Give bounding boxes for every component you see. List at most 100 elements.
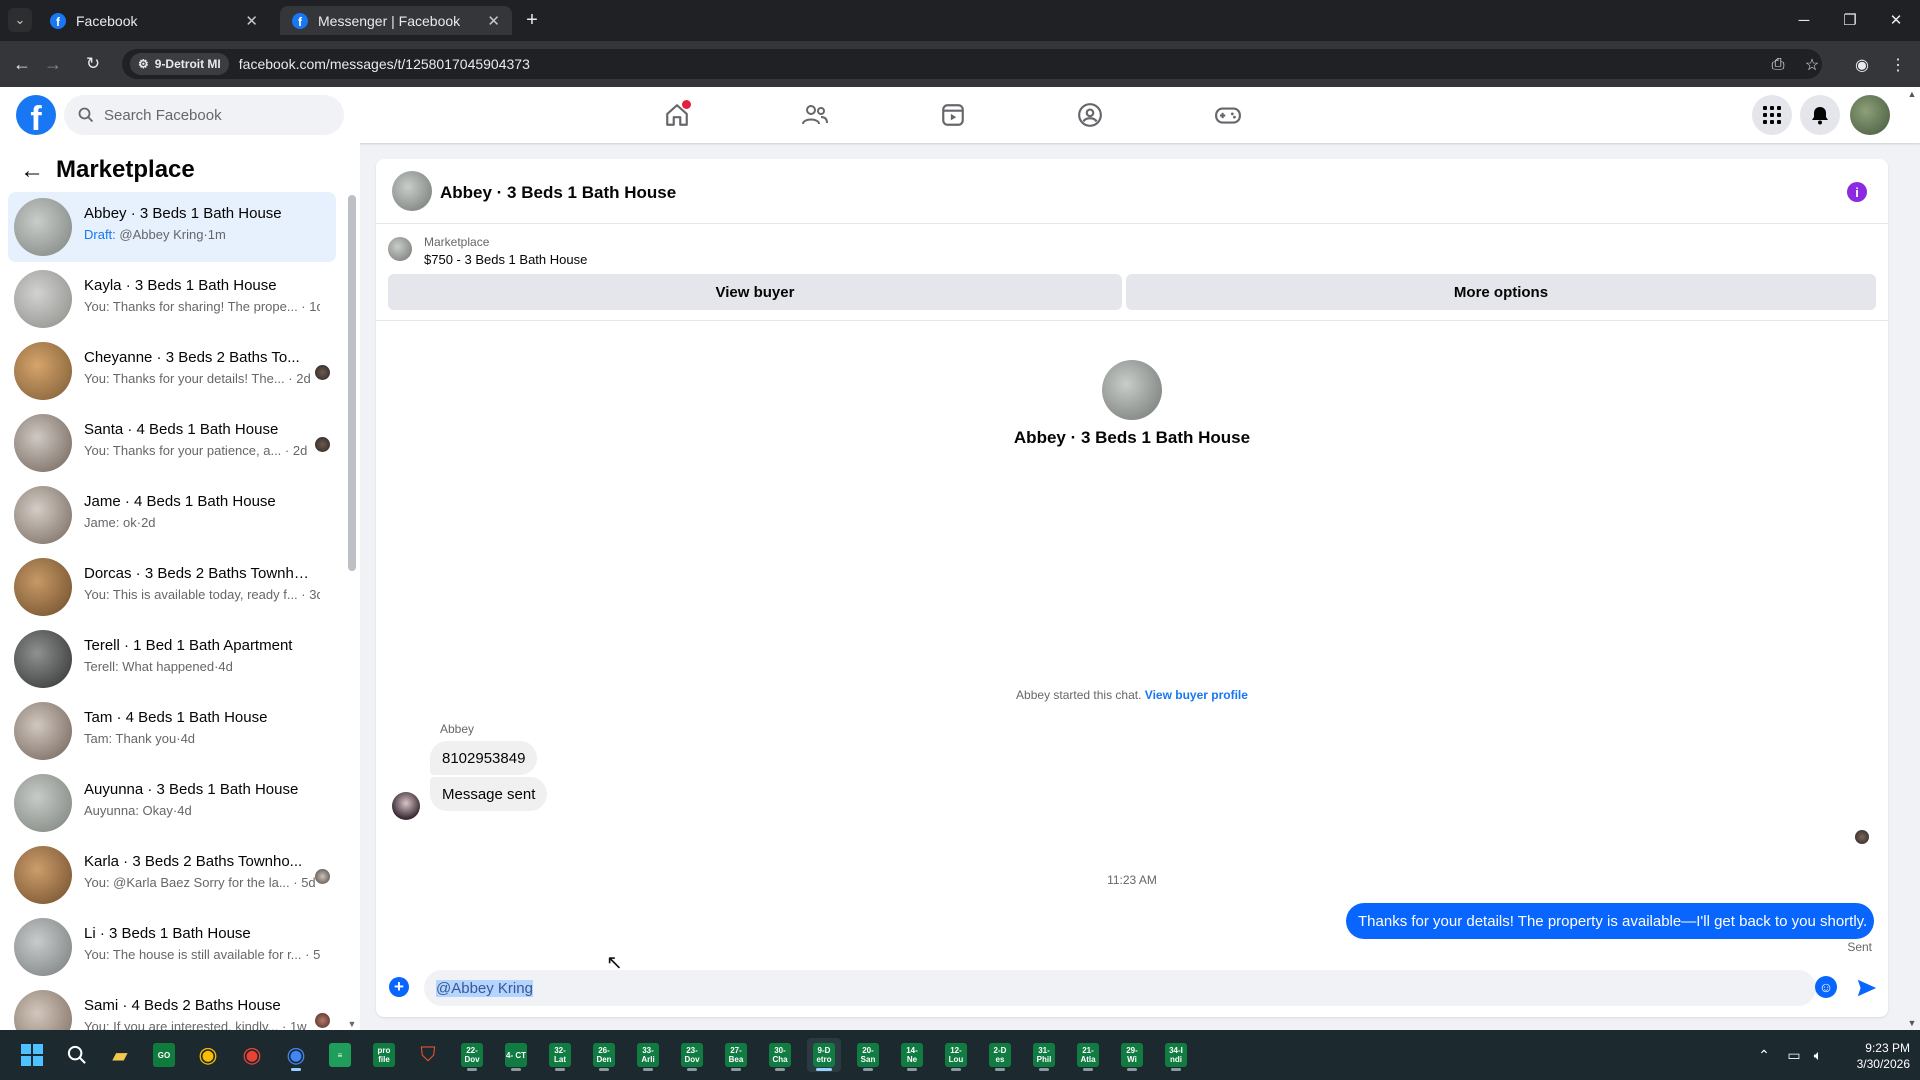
conversation-item[interactable]: Karla · 3 Beds 2 Baths Townho... You: @K… xyxy=(8,840,336,910)
plus-icon[interactable]: + xyxy=(389,977,409,997)
reload-button[interactable]: ↻ xyxy=(78,49,108,79)
conversation-item[interactable]: Sami · 4 Beds 2 Baths House You: If you … xyxy=(8,984,336,1030)
conversation-item[interactable]: Santa · 4 Beds 1 Bath House You: Thanks … xyxy=(8,408,336,478)
sender-avatar[interactable] xyxy=(392,792,420,820)
address-bar[interactable]: ⚙ 9-Detroit MI facebook.com/messages/t/1… xyxy=(122,49,1822,79)
draft-label: Draft: xyxy=(84,227,116,242)
nav-video[interactable] xyxy=(897,97,1009,133)
close-tab-icon[interactable]: ✕ xyxy=(487,12,500,30)
taskbar-sheet-app[interactable]: 23- Dov xyxy=(675,1038,709,1072)
taskbar-sheet-app[interactable]: 21- Atla xyxy=(1071,1038,1105,1072)
taskbar-sheet-app[interactable]: 22- Dov xyxy=(455,1038,489,1072)
taskbar-sheet-app[interactable]: 2-D es xyxy=(983,1038,1017,1072)
close-window-button[interactable]: ✕ xyxy=(1878,6,1914,34)
profile-avatar-large[interactable] xyxy=(1102,360,1162,420)
restore-button[interactable]: ❐ xyxy=(1832,6,1868,34)
notifications-button[interactable] xyxy=(1800,95,1840,135)
taskbar-sheet-app[interactable]: 26- Den xyxy=(587,1038,621,1072)
notepad-icon[interactable]: ≡ xyxy=(323,1038,357,1072)
taskbar-sheet-app[interactable]: 14- Ne xyxy=(895,1038,929,1072)
clock[interactable]: 9:23 PM 3/30/2026 xyxy=(1830,1040,1910,1072)
conversation-item[interactable]: Terell · 1 Bed 1 Bath Apartment Terell: … xyxy=(8,624,336,694)
message-composer[interactable]: @Abbey Kring xyxy=(424,970,1816,1006)
taskbar-search-button[interactable] xyxy=(60,1038,94,1072)
tab-search-button[interactable]: ⌄ xyxy=(8,8,32,32)
facebook-logo-icon[interactable]: f xyxy=(16,95,56,135)
network-icon[interactable]: ▭ xyxy=(1782,1044,1806,1066)
search-placeholder: Search Facebook xyxy=(104,106,222,124)
taskbar-sheet-app[interactable]: 4- CT xyxy=(499,1038,533,1072)
chat-title[interactable]: Abbey · 3 Beds 1 Bath House xyxy=(440,183,676,203)
nav-friends[interactable] xyxy=(759,97,871,133)
back-button[interactable]: ← xyxy=(7,49,37,79)
info-icon[interactable]: i xyxy=(1847,182,1867,202)
emoji-icon[interactable]: ☺ xyxy=(1815,976,1837,998)
clock-date: 3/30/2026 xyxy=(1856,1057,1910,1071)
outgoing-message[interactable]: Thanks for your details! The property is… xyxy=(1346,903,1874,939)
volume-icon[interactable]: 🔈︎ xyxy=(1806,1044,1830,1066)
view-buyer-button[interactable]: View buyer xyxy=(388,274,1122,310)
conversation-item[interactable]: Tam · 4 Beds 1 Bath House Tam: Thank you… xyxy=(8,696,336,766)
tray-chevron-icon[interactable]: ⌃ xyxy=(1752,1044,1776,1066)
close-tab-icon[interactable]: ✕ xyxy=(245,12,258,30)
chrome-profile-icon[interactable]: ◉ xyxy=(235,1038,269,1072)
taskbar-sheet-app[interactable]: 27- Bea xyxy=(719,1038,753,1072)
new-tab-button[interactable]: + xyxy=(520,8,544,32)
taskbar-sheet-app[interactable]: 30- Cha xyxy=(763,1038,797,1072)
taskbar-sheet-app[interactable]: 12- Lou xyxy=(939,1038,973,1072)
page-scroll-up-arrow[interactable]: ▲ xyxy=(1906,89,1918,99)
nav-home[interactable] xyxy=(621,97,733,133)
conversation-item[interactable]: Dorcas · 3 Beds 2 Baths Townho... You: T… xyxy=(8,552,336,622)
browser-tab-facebook[interactable]: f Facebook ✕ xyxy=(38,6,270,35)
view-buyer-profile-link[interactable]: View buyer profile xyxy=(1145,688,1248,702)
profile-icon[interactable]: ◉ xyxy=(1850,53,1874,77)
bookmark-star-icon[interactable]: ☆ xyxy=(1800,53,1824,77)
browser-tab-messenger[interactable]: f Messenger | Facebook ✕ xyxy=(280,6,512,35)
forward-button[interactable]: → xyxy=(38,49,68,79)
nav-gaming[interactable] xyxy=(1172,97,1284,133)
app-icon[interactable]: GO xyxy=(147,1038,181,1072)
taskbar-sheet-app[interactable]: 9-D etro xyxy=(807,1038,841,1072)
account-avatar[interactable] xyxy=(1850,95,1890,135)
conversation-item[interactable]: Auyunna · 3 Beds 1 Bath House Auyunna: O… xyxy=(8,768,336,838)
install-app-icon[interactable]: ⎙ xyxy=(1766,53,1790,77)
listing-price[interactable]: $750 - 3 Beds 1 Bath House xyxy=(424,252,587,267)
file-explorer-icon[interactable]: ▰ xyxy=(103,1038,137,1072)
incoming-message[interactable]: Message sent xyxy=(430,777,548,811)
conversation-item[interactable]: Cheyanne · 3 Beds 2 Baths To... You: Tha… xyxy=(8,336,336,406)
nav-groups[interactable] xyxy=(1034,97,1146,133)
back-arrow-icon[interactable]: ← xyxy=(18,155,46,187)
taskbar-sheet-app[interactable]: 33- Arli xyxy=(631,1038,665,1072)
taskbar-sheet-app[interactable]: 29- Wi xyxy=(1115,1038,1149,1072)
taskbar-sheet-app[interactable]: pro file xyxy=(367,1038,401,1072)
minimize-button[interactable]: ─ xyxy=(1786,6,1822,34)
sheet-label: 21- Atla xyxy=(1077,1043,1099,1067)
chat-started-notice: Abbey started this chat. View buyer prof… xyxy=(832,688,1432,702)
incoming-message[interactable]: 8102953849 xyxy=(430,741,538,775)
taskbar-sheet-app[interactable]: 20- San xyxy=(851,1038,885,1072)
browser-menu-icon[interactable]: ⋮ xyxy=(1886,53,1910,77)
chrome-icon[interactable]: ◉ xyxy=(191,1038,225,1072)
scroll-down-arrow[interactable]: ▼ xyxy=(346,1019,358,1029)
send-icon[interactable] xyxy=(1853,974,1881,1002)
conversation-preview: Terell: What happened·4d xyxy=(84,659,233,674)
sidebar-scrollbar[interactable] xyxy=(348,195,356,571)
conversation-item[interactable]: Li · 3 Beds 1 Bath House You: The house … xyxy=(8,912,336,982)
start-button[interactable] xyxy=(15,1038,49,1072)
tab-title: Messenger | Facebook xyxy=(318,12,461,29)
sheet-label: 34-I ndi xyxy=(1165,1043,1187,1067)
brave-icon[interactable]: ⛉ xyxy=(411,1038,445,1072)
more-options-button[interactable]: More options xyxy=(1126,274,1876,310)
taskbar-sheet-app[interactable]: 32- Lat xyxy=(543,1038,577,1072)
site-info-chip[interactable]: ⚙ 9-Detroit MI xyxy=(130,53,229,75)
menu-button[interactable] xyxy=(1752,95,1792,135)
taskbar-sheet-app[interactable]: 34-I ndi xyxy=(1159,1038,1193,1072)
page-scroll-down-arrow[interactable]: ▼ xyxy=(1906,1018,1918,1028)
conversation-item[interactable]: Kayla · 3 Beds 1 Bath House You: Thanks … xyxy=(8,264,336,334)
chrome-active-icon[interactable]: ◉ xyxy=(279,1038,313,1072)
conversation-item[interactable]: Jame · 4 Beds 1 Bath House Jame: ok·2d xyxy=(8,480,336,550)
search-input[interactable]: Search Facebook xyxy=(64,95,344,135)
chat-avatar[interactable] xyxy=(392,171,432,211)
conversation-item[interactable]: Abbey · 3 Beds 1 Bath House Draft: @Abbe… xyxy=(8,192,336,262)
taskbar-sheet-app[interactable]: 31- Phil xyxy=(1027,1038,1061,1072)
